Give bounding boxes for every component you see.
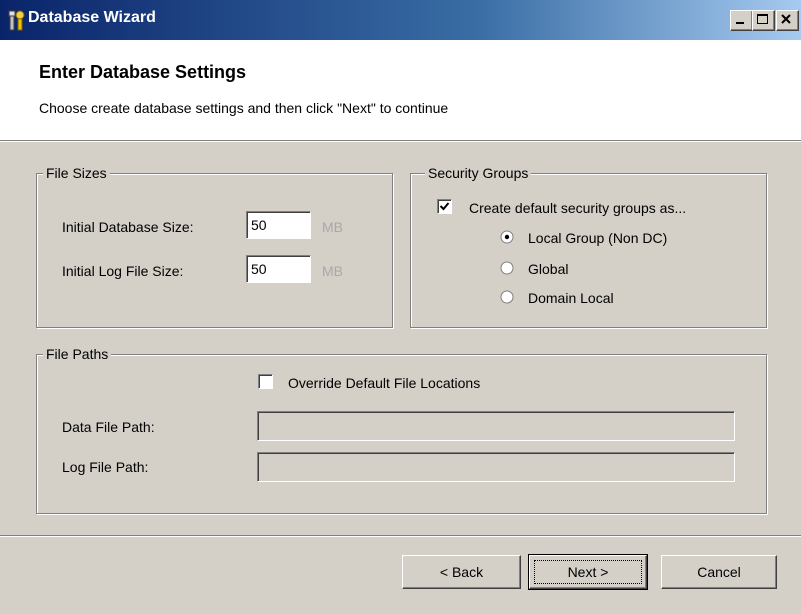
file-sizes-group: File Sizes: [36, 164, 393, 328]
initial-log-size-unit: MB: [322, 263, 343, 279]
initial-database-size-unit: MB: [322, 219, 343, 235]
title-bar[interactable]: Database Wizard: [0, 0, 801, 40]
file-paths-legend: File Paths: [43, 345, 112, 363]
create-default-groups-label[interactable]: Create default security groups as...: [469, 199, 686, 217]
data-file-path-input[interactable]: [257, 411, 735, 441]
close-icon: [781, 14, 791, 24]
radio-domain-local-label[interactable]: Domain Local: [528, 289, 614, 307]
security-groups-legend: Security Groups: [425, 164, 532, 182]
wizard-header: Enter Database Settings Choose create da…: [0, 40, 801, 140]
cancel-button[interactable]: Cancel: [661, 555, 777, 589]
initial-log-size-input[interactable]: 50: [246, 255, 311, 283]
close-button[interactable]: [776, 10, 799, 31]
radio-global[interactable]: [500, 261, 514, 275]
override-default-locations-checkbox[interactable]: [258, 374, 273, 389]
maximize-icon: [757, 14, 768, 24]
override-default-locations-label[interactable]: Override Default File Locations: [288, 374, 480, 392]
checkmark-icon: [439, 202, 450, 211]
create-default-groups-checkbox[interactable]: [437, 199, 452, 214]
data-file-path-label: Data File Path:: [62, 419, 155, 435]
radio-domain-local[interactable]: [500, 290, 514, 304]
header-divider: [0, 140, 801, 142]
minimize-icon: [736, 22, 744, 24]
minimize-button[interactable]: [730, 10, 753, 31]
cancel-button-label: Cancel: [697, 564, 741, 580]
maximize-button[interactable]: [752, 10, 775, 31]
page-subtitle: Choose create database settings and then…: [39, 100, 449, 116]
next-button[interactable]: Next >: [528, 554, 648, 590]
initial-log-size-label: Initial Log File Size:: [62, 263, 184, 279]
log-file-path-label: Log File Path:: [62, 459, 149, 475]
radio-local-group-label[interactable]: Local Group (Non DC): [528, 229, 667, 247]
page-title: Enter Database Settings: [39, 62, 247, 82]
footer-divider: [0, 535, 801, 537]
initial-database-size-input[interactable]: 50: [246, 211, 311, 239]
database-wizard-window: Database Wizard Enter Database Settings …: [0, 0, 801, 614]
initial-database-size-label: Initial Database Size:: [62, 219, 194, 235]
back-button[interactable]: < Back: [402, 555, 521, 589]
back-button-label: < Back: [439, 564, 484, 580]
radio-global-label[interactable]: Global: [528, 260, 568, 278]
file-sizes-legend: File Sizes: [43, 164, 110, 182]
radio-local-group[interactable]: [500, 230, 514, 244]
focus-ring: [534, 560, 642, 584]
log-file-path-input[interactable]: [257, 452, 735, 482]
window-title: Database Wizard: [28, 9, 156, 26]
